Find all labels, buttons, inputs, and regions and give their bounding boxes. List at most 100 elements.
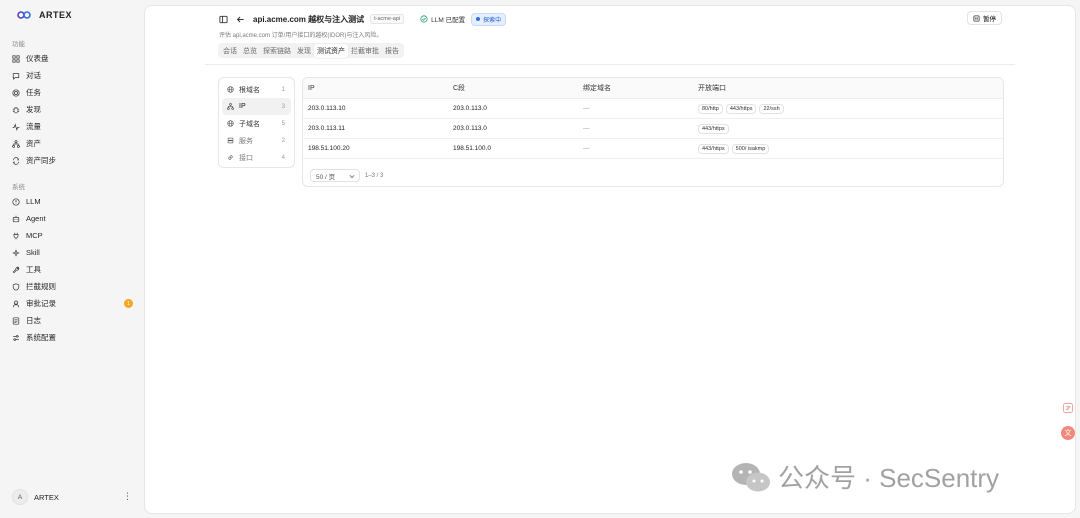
tab-0[interactable]: 会话 <box>220 44 240 58</box>
cell-open-ports: 443/https 500/ isakmp <box>694 143 1003 154</box>
table-row[interactable]: 203.0.113.11 203.0.113.0 — 443/https <box>303 119 1003 139</box>
user-name: ARTEX <box>34 492 59 502</box>
table-row[interactable]: 203.0.113.10 203.0.113.0 — 80/http 443/https… <box>303 99 1003 119</box>
tab-2[interactable]: 探索链路 <box>260 44 294 58</box>
status-badge: 探索中 <box>471 12 507 26</box>
sidebar-item-settings[interactable]: 系统配置 <box>8 329 136 346</box>
tab-6[interactable]: 报告 <box>382 44 402 58</box>
settings-icon <box>13 334 19 341</box>
assistant-float-button[interactable]: 文 <box>1061 426 1075 440</box>
sidebar-item-bot[interactable]: Agent <box>8 210 136 227</box>
sync-icon <box>12 156 20 165</box>
sidebar-item-label: 对话 <box>26 71 41 80</box>
cell-ip: 203.0.113.10 <box>308 105 346 112</box>
cell-open-ports: 443/https <box>694 123 1003 134</box>
brand-name: ARTEX <box>39 10 73 20</box>
tab-3[interactable]: 发现 <box>294 44 314 58</box>
sidebar-toggle-icon[interactable] <box>219 15 228 24</box>
sidebar-item-label: 发现 <box>26 105 41 114</box>
sidebar-item-dashboard[interactable]: 仪表盘 <box>8 50 136 67</box>
tab-5[interactable]: 拦截审批 <box>348 44 382 58</box>
sidebar-item-chat[interactable]: 对话 <box>8 67 136 84</box>
approval-icon <box>12 300 20 307</box>
translate-icon[interactable] <box>1062 402 1074 414</box>
asset-table: IP C段 绑定域名 开放端口 203.0.113.10 203.0.113.0 —… <box>302 77 1004 187</box>
avatar: A <box>12 489 28 505</box>
asset-type-count: 1 <box>281 86 285 93</box>
sidebar-item-log[interactable]: 日志 <box>8 312 136 329</box>
col-header-open-ports[interactable]: 开放端口 <box>694 83 1003 93</box>
pause-button[interactable]: 暂停 <box>967 11 1002 25</box>
page-subtitle: 评估 api.acme.com 订单/用户接口的越权(IDOR)与注入风险。 <box>219 33 383 39</box>
check-circle-icon <box>420 15 428 23</box>
col-header-ip[interactable]: IP <box>303 85 449 92</box>
asset-type-label: 接口 <box>239 154 253 162</box>
col-header-bound-domain[interactable]: 绑定域名 <box>579 83 694 93</box>
tab-bar: 会话 总览 探索链路 发现 测试资产 拦截审批 报告 <box>218 43 404 58</box>
cell-c-segment: 198.51.100.0 <box>453 145 491 152</box>
status-dot-icon <box>476 17 481 21</box>
table-row[interactable]: 198.51.100.20 198.51.100.0 — 443/https 500/ … <box>303 139 1003 159</box>
sidebar-item-wrench[interactable]: 工具 <box>8 261 136 278</box>
sidebar-item-label: 拦截规则 <box>26 282 56 291</box>
sidebar-item-network[interactable]: 资产 <box>8 135 136 152</box>
sidebar-item-approval[interactable]: 审批记录 1 <box>8 295 136 312</box>
cell-c-segment: 203.0.113.0 <box>453 105 487 112</box>
wrench-icon <box>12 266 20 273</box>
tab-1[interactable]: 总览 <box>240 44 260 58</box>
chevron-down-icon <box>349 174 355 179</box>
port-chip: 500/ isakmp <box>731 143 770 154</box>
link-icon <box>228 155 233 160</box>
bug-icon <box>12 106 20 113</box>
more-menu-icon[interactable]: ⋮ <box>123 490 132 502</box>
sidebar-item-label: 日志 <box>26 316 41 325</box>
asset-type-item[interactable]: 服务 2 <box>222 132 291 149</box>
section-label-features: 功能 <box>12 41 25 48</box>
page-size-select[interactable]: 50 / 页 <box>310 169 360 182</box>
sidebar-item-activity[interactable]: 流量 <box>8 118 136 135</box>
back-arrow-icon[interactable] <box>236 15 245 24</box>
sparkle-icon <box>12 249 20 256</box>
plug-icon <box>13 232 19 239</box>
activity-icon <box>12 122 20 131</box>
watermark: 公众号 · SecSentry <box>730 458 999 495</box>
asset-type-count: 3 <box>281 103 285 110</box>
sidebar-item-plug[interactable]: MCP <box>8 227 136 244</box>
sidebar-item-shield[interactable]: 拦截规则 <box>8 278 136 295</box>
sidebar-item-label: 工具 <box>26 265 41 274</box>
target-icon <box>12 88 20 97</box>
sidebar-item-sync[interactable]: 资产同步 <box>8 152 136 169</box>
cell-bound-domain: — <box>583 125 590 132</box>
asset-type-label: 子域名 <box>239 120 260 128</box>
asset-type-label: 服务 <box>239 137 253 145</box>
sidebar-item-target[interactable]: 任务 <box>8 84 136 101</box>
sidebar-item-bug[interactable]: 发现 <box>8 101 136 118</box>
col-header-c-segment[interactable]: C段 <box>449 83 579 93</box>
asset-type-item[interactable]: 子域名 5 <box>222 115 291 132</box>
cell-bound-domain: — <box>583 145 590 152</box>
asset-type-item[interactable]: IP 3 <box>222 98 291 115</box>
sidebar-item-llm[interactable]: LLM <box>8 193 136 210</box>
wechat-icon <box>732 462 770 491</box>
sidebar-item-label: 流量 <box>26 122 41 131</box>
header-divider <box>205 64 1015 65</box>
port-chip: 443/https <box>698 123 729 134</box>
tab-4[interactable]: 测试资产 <box>314 43 348 58</box>
logo-icon <box>17 11 31 19</box>
asset-type-item[interactable]: 根域名 1 <box>222 81 291 98</box>
page-size-value: 50 / 页 <box>316 173 336 181</box>
asset-type-count: 5 <box>281 120 285 127</box>
dashboard-icon <box>12 54 20 63</box>
sidebar-item-label: Skill <box>26 248 40 257</box>
page-title: api.acme.com 越权与注入测试 <box>253 14 365 24</box>
port-chip: 80/http <box>698 103 723 114</box>
sidebar: ARTEX 功能 仪表盘 对话 任务 发现 流量 资产 资产同步 系统 LLM Agent MC… <box>0 0 143 518</box>
main-panel: api.acme.com 越权与注入测试 t-acme-api LLM 已配置 … <box>144 5 1076 514</box>
asset-type-item[interactable]: 接口 4 <box>222 149 291 166</box>
sidebar-item-label: LLM <box>26 197 41 206</box>
sidebar-item-sparkle[interactable]: Skill <box>8 244 136 261</box>
user-row[interactable]: A ARTEX ⋮ <box>12 488 132 506</box>
brand[interactable]: ARTEX <box>17 10 72 20</box>
sidebar-item-label: 仪表盘 <box>26 54 49 63</box>
server-icon <box>227 137 234 144</box>
